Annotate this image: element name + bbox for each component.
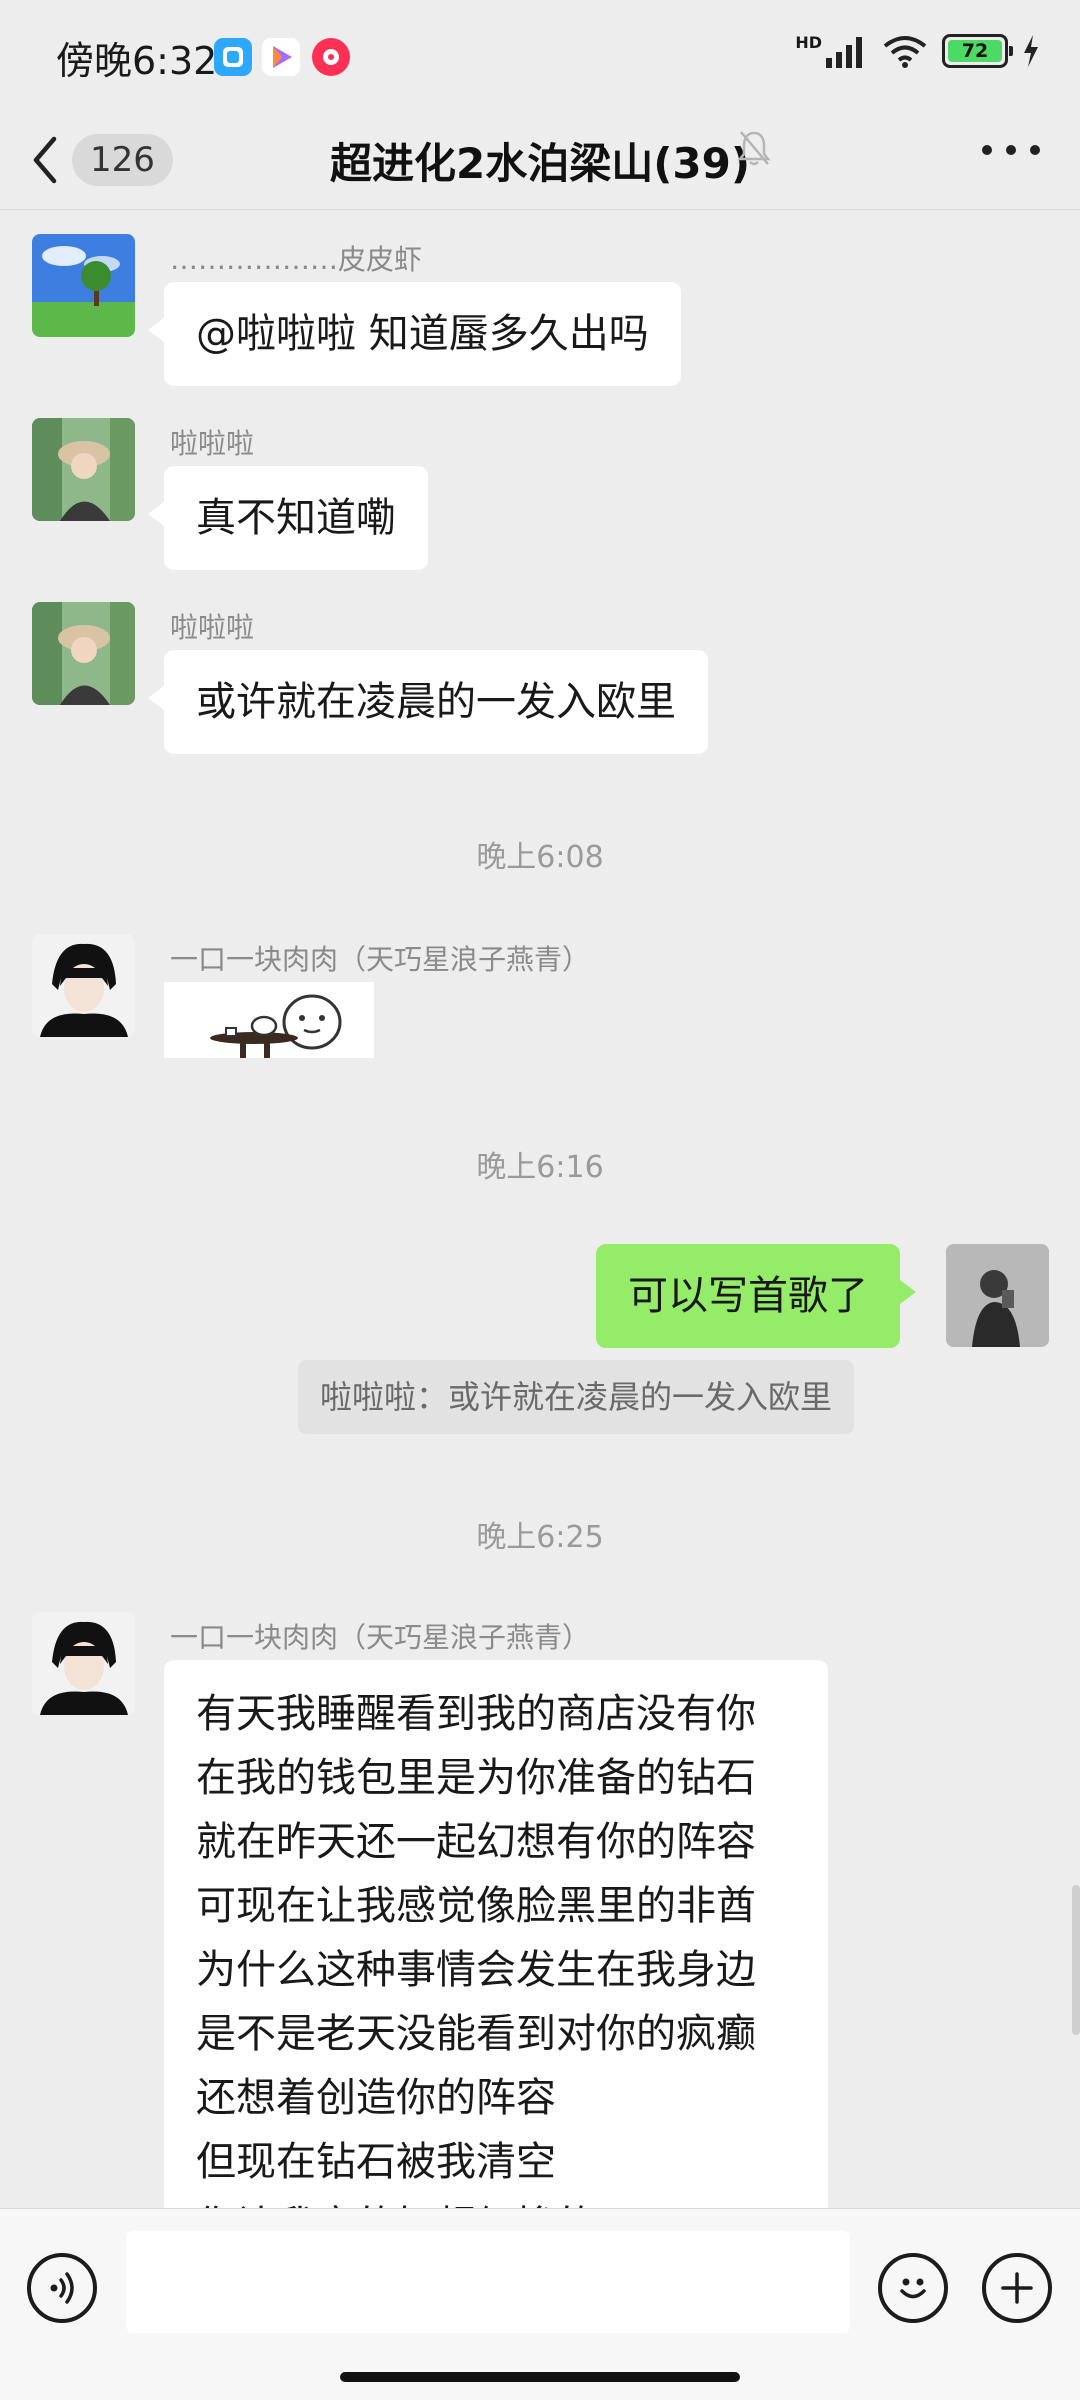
avatar[interactable] bbox=[32, 234, 135, 337]
message-line: 为什么这种事情会发生在我身边 bbox=[196, 1947, 756, 1993]
sender-name: 啦啦啦 bbox=[170, 611, 255, 644]
wifi-icon bbox=[883, 36, 927, 68]
more-options-button[interactable] bbox=[982, 145, 1040, 157]
message-line: 就在昨天还一起幻想有你的阵容 bbox=[196, 1819, 756, 1865]
timestamp: 晚上6:25 bbox=[476, 1520, 604, 1555]
dot-icon bbox=[982, 145, 992, 155]
chat-title: 超进化2水泊梁山(39) bbox=[329, 139, 751, 188]
status-icons: HD 72 bbox=[795, 32, 1040, 68]
battery-level: 72 bbox=[948, 40, 1002, 62]
sender-name: 啦啦啦 bbox=[170, 427, 255, 460]
sender-name: 一口一块肉肉（天巧星浪子燕青） bbox=[170, 1621, 591, 1654]
charging-icon bbox=[1024, 35, 1038, 67]
voice-icon bbox=[50, 2272, 74, 2304]
status-time: 傍晚6:32 bbox=[56, 39, 218, 83]
scrollbar[interactable] bbox=[1072, 1885, 1080, 2035]
message-line: 但现在钻石被我清空 bbox=[196, 2139, 556, 2185]
timestamp: 晚上6:08 bbox=[476, 840, 604, 875]
more-functions-button[interactable] bbox=[982, 2253, 1052, 2323]
avatar[interactable] bbox=[32, 602, 135, 705]
sticker-image[interactable] bbox=[164, 982, 374, 1058]
home-indicator[interactable] bbox=[340, 2372, 740, 2382]
quoted-message[interactable]: 啦啦啦：或许就在凌晨的一发入欧里 bbox=[298, 1360, 855, 1434]
message-line: 还想着创造你的阵容 bbox=[196, 2075, 556, 2121]
message-line: 可现在让我感觉像脸黑里的非酋 bbox=[196, 1883, 756, 1929]
message-bubble[interactable]: @啦啦啦 知道蜃多久出吗 bbox=[148, 282, 681, 386]
hd-label: HD bbox=[795, 32, 822, 52]
my-message-bubble[interactable]: 可以写首歌了 bbox=[596, 1244, 916, 1348]
message-bubble[interactable]: 或许就在凌晨的一发入欧里 bbox=[148, 650, 708, 754]
emoji-icon bbox=[900, 2278, 926, 2299]
message-line: 是不是老天没能看到对你的疯癫 bbox=[196, 2011, 756, 2057]
voice-button[interactable] bbox=[27, 2253, 97, 2323]
plus-icon bbox=[1001, 2272, 1033, 2304]
dot-icon bbox=[1006, 145, 1016, 155]
app-notification-icon bbox=[214, 38, 252, 76]
message-input[interactable] bbox=[126, 2231, 850, 2333]
my-avatar[interactable] bbox=[946, 1244, 1049, 1347]
avatar[interactable] bbox=[32, 1612, 135, 1715]
avatar[interactable] bbox=[32, 418, 135, 521]
emoji-button[interactable] bbox=[878, 2253, 948, 2323]
message-line: 在我的钱包里是为你准备的钻石 bbox=[196, 1755, 756, 1801]
mute-bell-icon bbox=[737, 131, 771, 166]
battery-icon: 72 bbox=[942, 34, 1013, 68]
status-bar: 傍晚6:32 HD 72 bbox=[0, 0, 1080, 110]
message-bubble[interactable]: 真不知道嘞 bbox=[148, 466, 428, 570]
music-app-icon bbox=[312, 38, 350, 76]
sender-name: 一口一块肉肉（天巧星浪子燕青） bbox=[170, 943, 591, 976]
long-message-bubble[interactable]: 有天我睡醒看到我的商店没有你 在我的钱包里是为你准备的钻石 就在昨天还一起幻想有… bbox=[164, 1660, 828, 2220]
avatar[interactable] bbox=[32, 934, 135, 1037]
message-line: 有天我睡醒看到我的商店没有你 bbox=[196, 1691, 756, 1737]
dot-icon bbox=[1030, 145, 1040, 155]
sender-name: ………………皮皮虾 bbox=[170, 243, 423, 276]
chat-header: 126 超进化2水泊梁山(39) bbox=[0, 110, 1080, 210]
timestamp: 晚上6:16 bbox=[476, 1150, 604, 1185]
video-app-icon bbox=[262, 38, 300, 76]
signal-icon bbox=[826, 37, 862, 68]
